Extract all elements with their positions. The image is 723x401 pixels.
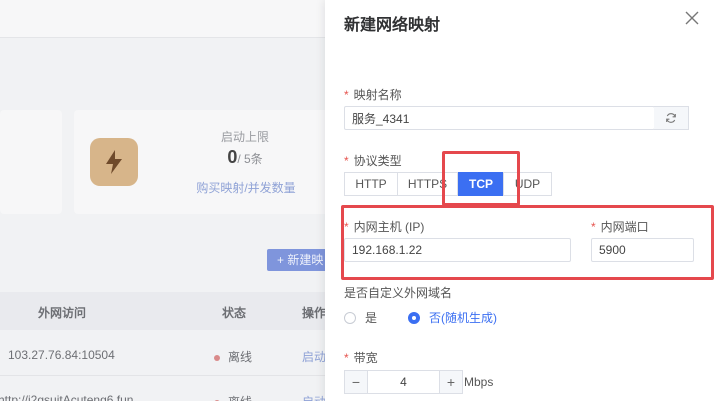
protocol-option-https[interactable]: HTTPS [397, 172, 458, 196]
table-row-status: 离线 [214, 393, 252, 401]
internal-port-input[interactable] [591, 238, 694, 262]
table-row-action[interactable]: 启动 [302, 348, 326, 365]
limit-total: / 5条 [237, 152, 263, 166]
lightning-icon [90, 138, 138, 186]
new-mapping-drawer: 新建网络映射 *映射名称 *协议类型 HTTP HTTPS TCP UDP *内… [325, 0, 723, 401]
bandwidth-increase-button[interactable]: + [439, 370, 463, 394]
host-field-label: * 内网主机 (IP) [344, 220, 425, 234]
radio-circle [408, 311, 420, 324]
column-header-action: 操作 [302, 306, 327, 320]
refresh-icon [666, 113, 676, 123]
bandwidth-unit: Mbps [464, 375, 494, 389]
column-header-status: 状态 [222, 306, 247, 320]
limit-value: 0/ 5条 [200, 147, 290, 168]
radio-circle [344, 311, 356, 324]
protocol-option-http[interactable]: HTTP [344, 172, 398, 196]
drawer-title: 新建网络映射 [344, 17, 441, 34]
background-stat-card [0, 110, 62, 214]
name-field-label: * 映射名称 [344, 88, 402, 102]
protocol-option-tcp[interactable]: TCP [458, 172, 504, 196]
table-row-action[interactable]: 启动 [302, 393, 326, 401]
column-header-external: 外网访问 [38, 306, 87, 320]
internal-host-input[interactable] [344, 238, 571, 262]
table-row-status: 离线 [214, 348, 252, 365]
limit-label: 启动上限 [220, 130, 269, 144]
refresh-name-button[interactable] [654, 106, 689, 130]
table-row-address: 103.27.76.84:10504 [8, 348, 115, 362]
buy-mapping-link[interactable]: 购买映射/并发数量 [186, 179, 306, 196]
limit-current: 0 [227, 147, 238, 167]
mapping-name-input[interactable] [344, 106, 655, 130]
bandwidth-decrease-button[interactable]: − [344, 370, 368, 394]
custom-domain-label: 是否自定义外网域名 [344, 286, 453, 300]
bandwidth-value[interactable]: 4 [368, 370, 439, 394]
custom-domain-no-radio[interactable]: 否(随机生成) [408, 309, 497, 326]
port-field-label: * 内网端口 [591, 220, 649, 234]
table-row-address: http://j2gsuitAcuteng6.fun [0, 393, 134, 401]
protocol-field-label: * 协议类型 [344, 154, 402, 168]
custom-domain-yes-radio[interactable]: 是 [344, 309, 377, 326]
bandwidth-field-label: * 带宽 [344, 351, 378, 365]
offline-dot-icon [214, 354, 220, 361]
protocol-option-udp[interactable]: UDP [503, 172, 552, 196]
close-icon[interactable] [683, 9, 701, 27]
table-row-divider [0, 375, 340, 376]
